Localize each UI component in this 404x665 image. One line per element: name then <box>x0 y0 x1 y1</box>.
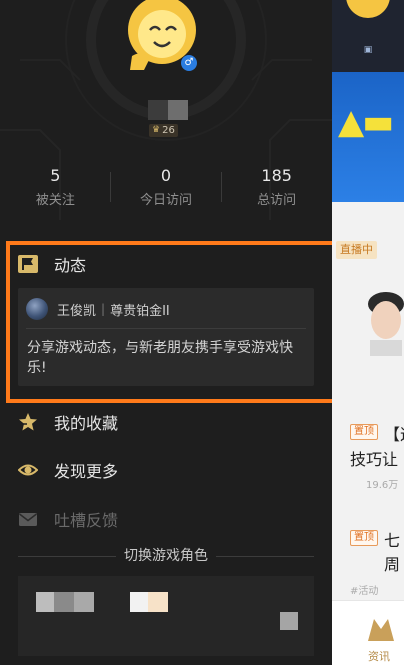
hashtag[interactable]: #活动 <box>350 582 378 597</box>
stat-divider <box>221 172 222 202</box>
stat-value: 5 <box>50 166 61 185</box>
gender-icon: ♂ <box>181 55 197 71</box>
menu-item-discover[interactable]: 发现更多 <box>18 458 118 482</box>
stat-divider <box>110 172 111 202</box>
stat-value: 185 <box>261 166 292 185</box>
role-server-mosaic <box>130 592 148 612</box>
role-name-mosaic <box>54 592 74 612</box>
role-name-mosaic <box>36 592 54 612</box>
article-title[interactable]: 七周 <box>384 527 404 575</box>
stat-value: 0 <box>160 166 172 185</box>
stat-label: 被关注 <box>35 193 75 208</box>
tab-news-label[interactable]: 资讯 <box>368 648 390 664</box>
bottom-tab-bar: 资讯 <box>332 600 404 665</box>
view-count: 19.6万 <box>366 480 399 491</box>
switch-role-title: 切换游戏角色 <box>18 546 314 566</box>
role-selector[interactable] <box>18 576 314 656</box>
mail-icon <box>19 513 37 526</box>
top-banner: ▣ <box>332 0 404 72</box>
stat-total-visits[interactable]: 185 总访问 <box>221 166 332 208</box>
article-title[interactable]: 【这 <box>384 421 404 445</box>
news-tab-icon[interactable] <box>366 613 396 643</box>
banner-art-icon: ▲▬ <box>338 102 394 142</box>
star-icon <box>19 413 37 431</box>
switch-role-divider: 切换游戏角色 <box>18 546 314 566</box>
game-logo-icon: ▣ <box>346 0 390 55</box>
eye-icon <box>18 464 38 476</box>
role-select-mosaic <box>280 612 298 630</box>
level-value: 26 <box>162 125 175 136</box>
role-server-mosaic <box>148 592 168 612</box>
menu-label: 吐槽反馈 <box>54 511 119 530</box>
live-badge: 直播中 <box>336 241 377 259</box>
switch-role-label: 切换游戏角色 <box>116 548 216 564</box>
article-title-line2[interactable]: 技巧让 <box>350 446 398 470</box>
menu-label: 发现更多 <box>54 462 119 481</box>
promo-banner[interactable]: ▲▬ <box>332 72 404 202</box>
menu-item-favorites[interactable]: 我的收藏 <box>18 410 118 434</box>
stat-label: 总访问 <box>257 193 297 208</box>
menu-item-feedback[interactable]: 吐槽反馈 <box>18 507 118 531</box>
stat-label: 今日访问 <box>140 193 193 208</box>
background-page: ▣ ▲▬ 直播中 置顶 【这 技巧让 19.6万 置顶 七周 #活动 资讯 <box>332 0 404 665</box>
stat-followers[interactable]: 5 被关注 <box>0 166 111 208</box>
pinned-tag: 置顶 <box>350 424 378 440</box>
menu-label: 我的收藏 <box>54 414 119 433</box>
user-name-mosaic <box>148 100 188 120</box>
streamer-photo-icon <box>368 292 404 356</box>
crown-icon: ♛ <box>152 125 161 135</box>
role-name-mosaic <box>74 592 94 612</box>
pinned-tag: 置顶 <box>350 530 378 546</box>
highlight-frame <box>6 241 332 403</box>
level-badge: ♛ 26 <box>149 124 178 137</box>
stat-today-visits[interactable]: 0 今日访问 <box>111 166 222 208</box>
side-drawer: ♂ ♛ 26 5 被关注 0 今日访问 185 总访问 动态 王俊凯 | 尊贵铂… <box>0 0 332 665</box>
stats-row: 5 被关注 0 今日访问 185 总访问 <box>0 166 332 208</box>
svg-text:▣: ▣ <box>364 45 373 55</box>
